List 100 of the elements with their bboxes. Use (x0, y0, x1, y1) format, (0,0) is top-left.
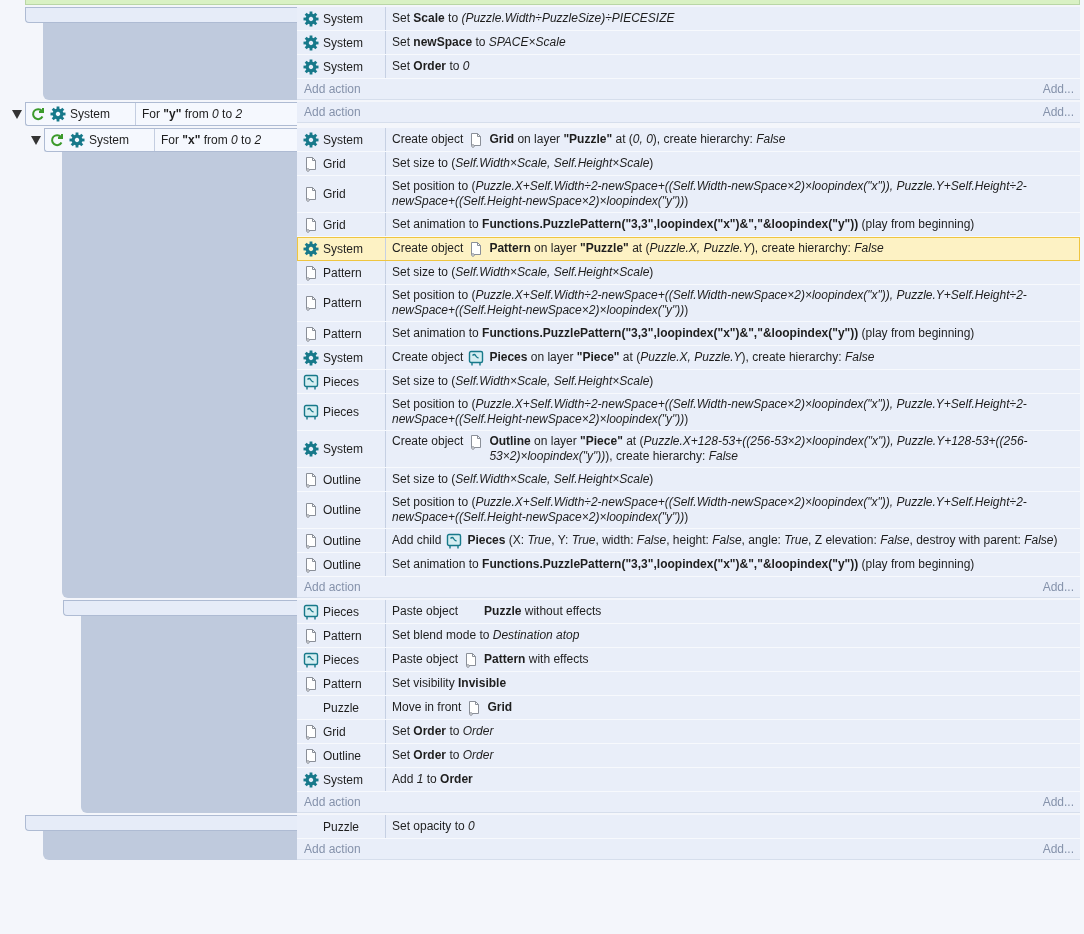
action-row[interactable]: Pieces Set size to (Self.Width×Scale, Self.Height×Scale) (297, 370, 1080, 394)
gear-icon (303, 349, 319, 366)
object-name: System (323, 442, 363, 456)
action-text: Pieces on layer "Piece" at (Puzzle.X, Puzzle.Y), create hierarchy: False (489, 349, 875, 365)
sprite-icon (303, 502, 319, 518)
action-row[interactable]: Pieces Paste object Puzzle without effects (297, 600, 1080, 624)
easel-icon (303, 404, 319, 420)
event-header[interactable] (25, 7, 297, 23)
action-text: Pieces (X: True, Y: True, width: False, height: False, angle: True, Z elevation: False, destroy with parent: False) (467, 532, 1058, 548)
object-name: Puzzle (323, 700, 360, 715)
action-row[interactable]: System Create object Pieces on layer "Piece" at (Puzzle.X, Puzzle.Y), create hierarchy: False (297, 346, 1080, 370)
action-row[interactable]: Pattern Set position to (Puzzle.X+Self.Width÷2-newSpace+((Self.Width-newSpace×2)×loopindex("x")), Puzzle.Y+Self.Height÷2-newSpace+((Self.Height-newSpace×2)×loopindex("y"))) (297, 285, 1080, 322)
action-text: Set animation to Functions.PuzzlePattern("3,3",loopindex("x")&","&loopindex("y")) (play from beginning) (392, 217, 975, 232)
gear-icon (303, 441, 319, 457)
action-row[interactable]: System Create object Pattern on layer "Puzzle" at (Puzzle.X, Puzzle.Y), create hierarchy: False (297, 237, 1080, 261)
action-row[interactable]: Pattern Set blend mode to Destination atop (297, 624, 1080, 648)
action-row[interactable]: Grid Set position to (Puzzle.X+Self.Width÷2-newSpace+((Self.Width-newSpace×2)×loopindex("x")), Puzzle.Y+Self.Height÷2-newSpace+((Self.Height-newSpace×2)×loopindex("y"))) (297, 176, 1080, 213)
action-row[interactable]: Pieces Paste object Pattern with effects (297, 648, 1080, 672)
gear-icon (303, 131, 319, 148)
action-text: Set position to (Puzzle.X+Self.Width÷2-newSpace+((Self.Width-newSpace×2)×loopindex("x")), Puzzle.Y+Self.Height÷2-newSpace+((Self.Height-newSpace×2)×loopindex("y"))) (392, 288, 1028, 318)
object-name: System (89, 133, 129, 147)
object-name: Pattern (323, 265, 362, 280)
action-text: Outline on layer "Piece" at (Puzzle.X+128-53+((256-53×2)×loopindex("x")), Puzzle.Y+128-53+((256-53×2)×loopindex("y"))), create hierarchy: False (489, 434, 1029, 464)
sprite-icon (303, 186, 319, 202)
action-text: Paste object (392, 651, 459, 667)
object-name: System (323, 59, 363, 74)
action-row[interactable]: Pattern Set animation to Functions.PuzzlePattern("3,3",loopindex("x")&","&loopindex("y")) (play from beginning) (297, 322, 1080, 346)
action-text: Set Scale to (Puzzle.Width÷PuzzleSize)÷PIECESIZE (392, 11, 675, 26)
action-row[interactable]: System Add 1 to Order (297, 768, 1080, 792)
action-row[interactable]: System Set Order to 0 (297, 55, 1080, 79)
easel-icon (303, 651, 319, 668)
gear-icon (303, 771, 319, 788)
object-name: Grid (323, 156, 346, 171)
object-name: Pattern (323, 676, 362, 691)
action-text: Create object (392, 131, 464, 147)
action-row[interactable]: Pattern Set visibility Invisible (297, 672, 1080, 696)
action-row[interactable]: Grid Set Order to Order (297, 720, 1080, 744)
sprite-icon (303, 295, 319, 311)
object-name: Outline (323, 503, 362, 517)
event-header[interactable] (25, 815, 297, 831)
action-row[interactable]: Outline Add child Pieces (X: True, Y: True, width: False, height: False, angle: True, Z elevation: False, destroy with parent: False) (297, 529, 1080, 553)
sprite-icon (303, 325, 319, 342)
action-row[interactable]: System Set Scale to (Puzzle.Width÷PuzzleSize)÷PIECESIZE (297, 7, 1080, 31)
action-text: Puzzle without effects (484, 604, 602, 619)
object-name: System (323, 350, 363, 365)
action-text: Move in front (392, 699, 462, 715)
object-name: System (323, 35, 363, 50)
action-text: Add 1 to Order (392, 772, 473, 787)
sprite-icon (303, 264, 319, 281)
action-text: Set Order to 0 (392, 59, 470, 74)
action-text: Pattern on layer "Puzzle" at (Puzzle.X, Puzzle.Y), create hierarchy: False (489, 240, 884, 256)
object-name: Outline (323, 472, 362, 487)
action-row[interactable]: Pieces Set position to (Puzzle.X+Self.Width÷2-newSpace+((Self.Width-newSpace×2)×loopindex("x")), Puzzle.Y+Self.Height÷2-newSpace+((Self.Height-newSpace×2)×loopindex("y"))) (297, 394, 1080, 431)
gear-icon (303, 240, 319, 257)
action-row[interactable]: Outline Set animation to Functions.PuzzlePattern("3,3",loopindex("x")&","&loopindex("y")) (play from beginning) (297, 553, 1080, 577)
sprite-icon (303, 723, 319, 740)
action-text: Set position to (Puzzle.X+Self.Width÷2-newSpace+((Self.Width-newSpace×2)×loopindex("x")), Puzzle.Y+Self.Height÷2-newSpace+((Self.Height-newSpace×2)×loopindex("y"))) (392, 179, 1028, 209)
loop-icon (49, 132, 65, 148)
object-name: System (323, 772, 363, 787)
object-name: Puzzle (323, 819, 360, 834)
action-text: Set Order to Order (392, 724, 494, 739)
gear-icon (303, 34, 319, 51)
action-row[interactable]: System Set newSpace to SPACE×Scale (297, 31, 1080, 55)
action-row[interactable]: Outline Set position to (Puzzle.X+Self.Width÷2-newSpace+((Self.Width-newSpace×2)×loopindex("x")), Puzzle.Y+Self.Height÷2-newSpace+((Self.Height-newSpace×2)×loopindex("y"))) (297, 492, 1080, 529)
action-text: Set animation to Functions.PuzzlePattern("3,3",loopindex("x")&","&loopindex("y")) (play from beginning) (392, 326, 975, 341)
action-text: Set opacity to 0 (392, 819, 475, 834)
object-name: Outline (323, 748, 362, 763)
event-header[interactable] (63, 600, 297, 616)
object-name: Pieces (323, 652, 360, 667)
sprite-icon (303, 675, 319, 692)
action-row[interactable]: Outline Set size to (Self.Width×Scale, Self.Height×Scale) (297, 468, 1080, 492)
action-row[interactable]: System Create object Outline on layer "Piece" at (Puzzle.X+128-53+((256-53×2)×loopindex("x")), Puzzle.Y+128-53+((256-53×2)×loopindex("y"))), create hierarchy: False (297, 431, 1080, 468)
gear-icon (69, 132, 85, 148)
gear-icon (303, 58, 319, 75)
object-name: Grid (323, 217, 346, 232)
sprite-icon (303, 532, 319, 549)
object-name: Outline (323, 557, 362, 572)
object-name: Pieces (323, 604, 360, 619)
action-row[interactable]: System Create object Grid on layer "Puzzle" at (0, 0), create hierarchy: False (297, 128, 1080, 152)
action-text: Set Order to Order (392, 748, 494, 763)
object-name: System (323, 132, 363, 147)
object-name: Grid (323, 724, 346, 739)
action-row[interactable]: Grid Set size to (Self.Width×Scale, Self.Height×Scale) (297, 152, 1080, 176)
action-row[interactable]: Puzzle Set opacity to 0 (297, 815, 1080, 839)
condition-row[interactable]: System For "x" from 0 to 2 (44, 128, 297, 152)
object-name: System (70, 107, 110, 121)
object-name: Outline (323, 533, 362, 548)
action-row[interactable]: Puzzle Move in front Grid (297, 696, 1080, 720)
action-text: Set size to (Self.Width×Scale, Self.Height×Scale) (392, 374, 654, 389)
object-name: System (323, 11, 363, 26)
object-name: Pieces (323, 405, 360, 419)
condition-row[interactable]: System For "y" from 0 to 2 (25, 102, 297, 126)
sprite-icon (303, 155, 319, 172)
sprite-icon (303, 556, 319, 573)
sprite-icon (303, 216, 319, 233)
action-row[interactable]: Pattern Set size to (Self.Width×Scale, Self.Height×Scale) (297, 261, 1080, 285)
action-text: Pattern with effects (484, 651, 589, 667)
action-row[interactable]: Grid Set animation to Functions.PuzzlePattern("3,3",loopindex("x")&","&loopindex("y")) (play from beginning) (297, 213, 1080, 237)
action-text: Paste object (392, 604, 459, 619)
action-row[interactable]: Outline Set Order to Order (297, 744, 1080, 768)
